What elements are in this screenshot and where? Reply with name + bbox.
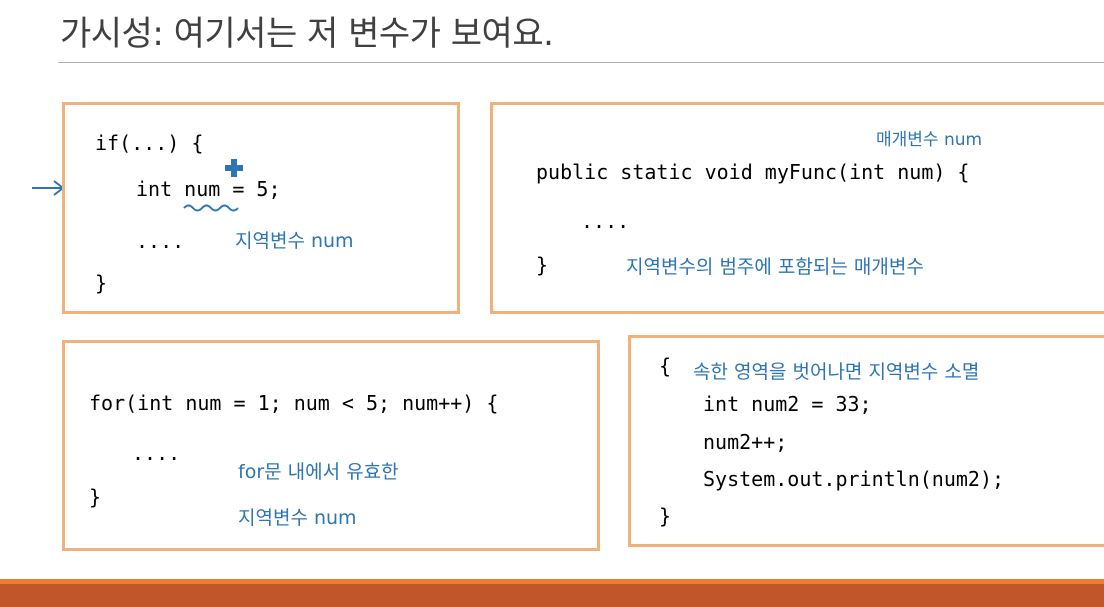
code-box-block: { 속한 영역을 벗어나면 지역변수 소멸 int num2 = 33; num…	[628, 335, 1104, 547]
move-cursor-icon	[225, 159, 243, 177]
slide-title: 가시성: 여기서는 저 변수가 보여요.	[60, 14, 554, 54]
code-line-ellipsis: ....	[132, 441, 181, 465]
code-line-method-signature: public static void myFunc(int num) {	[536, 160, 970, 184]
code-line-for: for(int num = 1; num < 5; num++) {	[89, 391, 499, 415]
code-line-print: System.out.println(num2);	[703, 467, 1005, 491]
code-line-increment: num2++;	[703, 430, 788, 454]
code-line-open: {	[659, 354, 672, 378]
code-line-close: }	[89, 485, 102, 509]
code-line-close: }	[536, 253, 549, 277]
note-for-local-variable: 지역변수 num	[238, 507, 357, 529]
note-local-variable: 지역변수 num	[235, 230, 354, 252]
note-scope-end: 속한 영역을 벗어나면 지역변수 소멸	[693, 361, 980, 383]
code-assignment: = 5;	[220, 177, 281, 201]
code-box-method: 매개변수 num public static void myFunc(int n…	[490, 102, 1104, 314]
code-line-ellipsis: ....	[136, 229, 185, 253]
code-keyword-int: int	[136, 177, 185, 201]
code-var-num: num	[184, 177, 221, 201]
title-divider	[58, 62, 1104, 63]
note-for-scope: for문 내에서 유효한	[238, 461, 399, 483]
arrow-right-icon	[32, 180, 65, 196]
code-line-declaration: int num = 5;	[136, 177, 281, 201]
code-box-for: for(int num = 1; num < 5; num++) { .... …	[62, 340, 600, 551]
code-line-close: }	[659, 504, 672, 528]
code-box-if: if(...) { int num = 5; .... } 지역변수 num	[62, 102, 460, 314]
code-line-declaration: int num2 = 33;	[703, 392, 872, 416]
code-line-close: }	[95, 271, 108, 295]
code-line-if: if(...) {	[95, 131, 204, 155]
note-parameter-category: 지역변수의 범주에 포함되는 매개변수	[626, 256, 924, 278]
note-parameter: 매개변수 num	[876, 130, 983, 150]
error-squiggle-icon	[183, 204, 239, 212]
footer-band	[0, 584, 1104, 607]
code-line-ellipsis: ....	[581, 209, 630, 233]
